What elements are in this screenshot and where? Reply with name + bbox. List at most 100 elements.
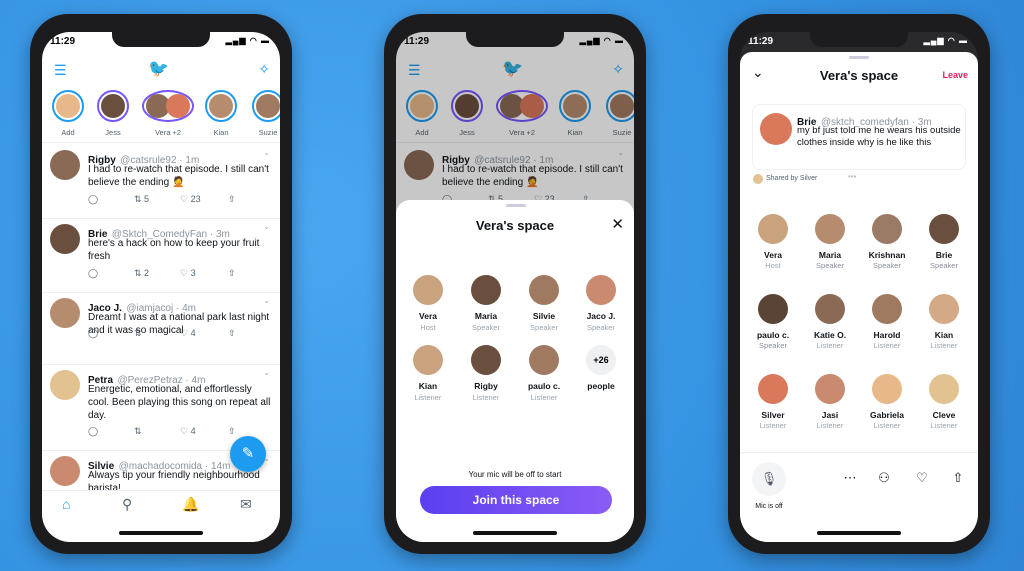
retweet-icon: ⇅ (134, 268, 145, 278)
story-3[interactable] (205, 90, 237, 122)
participant-avatar[interactable] (929, 374, 959, 404)
close-icon[interactable]: ✕ (611, 215, 624, 233)
like-button[interactable]: ♡ 4 (180, 426, 196, 437)
home-indicator (473, 531, 557, 535)
participant-avatar[interactable] (815, 294, 845, 324)
story-1[interactable] (97, 90, 129, 122)
participant-avatar[interactable] (929, 294, 959, 324)
participant-avatar[interactable] (815, 374, 845, 404)
more-options-icon[interactable]: ⋯ (840, 470, 860, 486)
participants-icon[interactable]: ⚇ (874, 470, 894, 486)
story-4[interactable] (252, 90, 280, 122)
retweet-icon: ⇅ (134, 426, 142, 436)
participant-avatar[interactable] (413, 275, 443, 305)
chevron-down-icon[interactable]: ⌄ (263, 368, 270, 377)
phone-space-room: 11:29 ▂▄▆ ◠ ▬ ⌄ Vera's space Leave Brie @sktc… (728, 14, 990, 554)
reply-icon[interactable]: ◯ (88, 426, 98, 437)
sparkle-icon[interactable]: ✧ (258, 61, 270, 78)
reply-icon[interactable]: ◯ (88, 328, 98, 339)
participant-avatar[interactable] (872, 214, 902, 244)
notifications-icon[interactable]: 🔔 (182, 496, 199, 513)
participant-name: Maria (818, 250, 842, 260)
divider (42, 292, 280, 293)
join-space-button[interactable]: Join this space (420, 486, 612, 514)
participant-avatar[interactable] (529, 345, 559, 375)
messages-icon[interactable]: ✉ (240, 496, 252, 513)
notch (810, 32, 908, 47)
share-icon[interactable]: ⇧ (228, 194, 236, 205)
like-count: 4 (190, 426, 196, 436)
retweet-button[interactable]: ⇅ 2 (134, 268, 149, 279)
phone-join-space: 11:29 ▂▄▆ ◠ ▬ ☰ 🐦 ✧ Add Jess Vera +2 Kian Suzie Ri… (384, 14, 646, 554)
like-button[interactable]: ♡ 4 (180, 328, 196, 339)
tweet[interactable]: Rigby @catsrule92 · 1m ⌄ I had to re-watch… (42, 148, 280, 220)
avatar[interactable] (50, 298, 80, 328)
participant-avatar[interactable] (471, 345, 501, 375)
story-label: Kian (213, 128, 229, 137)
tweet-text: my bf just told me he wears his outside … (797, 125, 961, 148)
participant-role: Listener (930, 341, 958, 350)
participant-role: Listener (930, 421, 958, 430)
avatar (256, 94, 280, 118)
compose-tweet-button[interactable]: ✎ (230, 436, 266, 472)
share-icon[interactable]: ⇧ (948, 470, 968, 486)
avatar[interactable] (50, 150, 80, 180)
divider (42, 364, 280, 365)
search-icon[interactable]: ⚲ (122, 496, 132, 513)
leave-button[interactable]: Leave (942, 70, 968, 80)
pinned-tweet-card[interactable]: Brie @sktch_comedyfan · 3m my bf just tol… (752, 104, 966, 170)
retweet-button[interactable]: ⇅ (134, 328, 142, 339)
participant-name: Katie O. (813, 330, 847, 340)
status-icons: ▂▄▆ ◠ ▬ (923, 36, 968, 45)
retweet-button[interactable]: ⇅ (134, 426, 142, 437)
like-button[interactable]: ♡ 23 (180, 194, 201, 205)
drag-handle[interactable] (849, 56, 869, 59)
participant-avatar[interactable] (758, 214, 788, 244)
more-people-label: people (587, 381, 615, 391)
notch (466, 32, 564, 47)
chevron-down-icon[interactable]: ⌄ (263, 148, 270, 157)
reply-icon[interactable]: ◯ (88, 268, 98, 279)
avatar (166, 94, 190, 118)
story-2[interactable] (142, 90, 194, 122)
tweet[interactable]: Jaco J. @iamjacoj · 4m ⌄ Dreamt I was at a… (42, 296, 280, 368)
participant-name: Brie (935, 250, 953, 260)
participant-avatar[interactable] (471, 275, 501, 305)
heart-icon: ♡ (180, 328, 191, 338)
like-button[interactable]: ♡ 3 (180, 268, 196, 279)
participant-avatar[interactable] (929, 214, 959, 244)
chevron-down-icon[interactable]: ⌄ (263, 296, 270, 305)
share-icon[interactable]: ⇧ (228, 426, 236, 437)
drag-handle[interactable] (506, 204, 526, 207)
participant-avatar[interactable] (758, 374, 788, 404)
story-0[interactable] (52, 90, 84, 122)
mic-off-button[interactable]: 🎙 (752, 462, 786, 496)
chevron-down-icon[interactable]: ⌄ (263, 222, 270, 231)
tweet[interactable]: Brie @Sktch_ComedyFan · 3m ⌄ here's a hack… (42, 222, 280, 294)
avatar (760, 113, 792, 145)
avatar[interactable] (50, 224, 80, 254)
participant-name: Silvie (532, 311, 556, 321)
more-people-count[interactable]: +26 (586, 345, 616, 375)
avatar[interactable] (50, 370, 80, 400)
avatar[interactable] (50, 456, 80, 486)
share-icon[interactable]: ⇧ (228, 328, 236, 339)
reply-icon[interactable]: ◯ (88, 194, 98, 205)
share-icon[interactable]: ⇧ (228, 268, 236, 279)
tweet-text: I had to re-watch that episode. I still … (88, 164, 269, 188)
participant-avatar[interactable] (413, 345, 443, 375)
participant-name: Jaco J. (586, 311, 616, 321)
participant-role: Speaker (873, 261, 901, 270)
home-icon[interactable]: ⌂ (62, 496, 70, 512)
participant-avatar[interactable] (872, 374, 902, 404)
retweet-button[interactable]: ⇅ 5 (134, 194, 149, 205)
participant-avatar[interactable] (872, 294, 902, 324)
participant-name: Jasi (821, 410, 839, 420)
participant-avatar[interactable] (815, 214, 845, 244)
menu-icon[interactable]: ☰ (54, 62, 67, 79)
react-icon[interactable]: ♡ (912, 470, 932, 486)
participant-avatar[interactable] (586, 275, 616, 305)
participant-avatar[interactable] (529, 275, 559, 305)
participant-avatar[interactable] (758, 294, 788, 324)
tweet[interactable]: Petra @PerezPetraz · 4m ⌄ Energetic, emoti… (42, 368, 280, 440)
